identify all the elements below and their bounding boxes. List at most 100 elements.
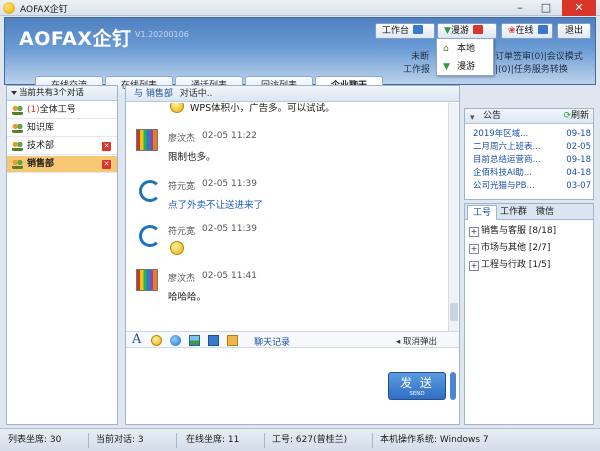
chevron-down-icon [537, 25, 548, 34]
sidebar-item-label: 技术部 [27, 141, 55, 151]
status-icon: ❀ [508, 26, 516, 36]
exit-button[interactable]: 退出 [557, 23, 591, 39]
notice-item-date: 03-07 [566, 181, 591, 191]
close-button[interactable]: ✕ [562, 0, 596, 16]
notice-item[interactable]: 二月周六上班表... 02-05 [473, 141, 591, 154]
online-status-button[interactable]: ❀在线 [501, 23, 553, 39]
conversation-sidebar: 当前共有3个对话 (1)全体工号 知识库 技术部 ✕ 销售部 ✕ [6, 85, 118, 425]
sidebar-item-all-staff[interactable]: (1)全体工号 [7, 102, 117, 119]
close-conversation-icon[interactable]: ✕ [102, 142, 111, 151]
scrollbar-thumb[interactable] [450, 303, 458, 321]
screenshot-icon[interactable] [208, 335, 219, 346]
close-conversation-icon[interactable]: ✕ [102, 160, 111, 169]
status-divider [264, 433, 265, 448]
roam-button[interactable]: ▼漫游 [437, 23, 497, 39]
app-version: V1.20200106 [135, 30, 189, 39]
group-icon [12, 160, 23, 169]
workbench-button[interactable]: 工作台 [375, 23, 435, 39]
roam-arrow-icon: ▼ [443, 62, 450, 72]
chat-status: 对话中.. [179, 89, 213, 99]
home-icon: ⌂ [443, 44, 449, 54]
status-sessions: 当前对话: 3 [96, 435, 144, 445]
notice-item-date: 09-18 [566, 155, 591, 165]
message-scrollbar[interactable] [448, 103, 458, 331]
avatar [136, 269, 158, 291]
notice-item-title: 目前总结运营商... [473, 155, 541, 165]
group-item[interactable]: 销售与客服 [8/18] [469, 224, 589, 239]
sidebar-item-sales-dept[interactable]: 销售部 ✕ [7, 156, 117, 173]
image-icon[interactable] [189, 335, 200, 346]
emoji-icon[interactable] [151, 335, 162, 346]
minimize-button[interactable]: – [508, 0, 532, 16]
status-divider [88, 433, 89, 448]
notice-item[interactable]: 公司光猫与PB... 03-07 [473, 180, 591, 193]
refresh-label: 刷新 [570, 111, 589, 121]
info-line2-right: |(0)|任务服务转换 [495, 65, 568, 75]
message-list: WPS体积小，广告多。可以试试。 廖汶杰 02-05 11:22 限制也多。 符… [126, 103, 448, 331]
message-time: 02-05 11:41 [202, 271, 257, 281]
workbench-label: 工作台 [382, 26, 410, 36]
info-line1-left: 未断 [411, 52, 430, 62]
notice-item[interactable]: 目前总结运营商... 09-18 [473, 154, 591, 167]
refresh-button[interactable]: ⟳刷新 [563, 109, 589, 124]
status-divider [372, 433, 373, 448]
send-button[interactable]: 发 送 SEND [388, 372, 446, 400]
avatar [136, 129, 158, 151]
sidebar-item-label: 全体工号 [39, 105, 76, 115]
font-icon[interactable]: A [132, 333, 143, 346]
menu-item-local[interactable]: ⌂ 本地 [441, 41, 491, 57]
maximize-button[interactable]: □ [534, 0, 558, 16]
status-seats: 列表坐席: 30 [8, 435, 62, 445]
tab-work-group[interactable]: 工作群 [495, 205, 532, 220]
notice-item-title: 二月周六上班表... [473, 142, 541, 152]
message-time: 02-05 11:39 [202, 179, 257, 189]
notice-item-title: 2019年区域... [473, 129, 529, 139]
sidebar-item-label: 知识库 [27, 123, 55, 133]
notice-item-date: 02-05 [566, 142, 591, 152]
send-options-button[interactable] [450, 372, 456, 400]
avatar [136, 222, 161, 247]
app-icon [3, 2, 15, 14]
chat-panel: 与 销售部 对话中.. WPS体积小，广告多。可以试试。 廖汶杰 02-05 1… [125, 85, 460, 425]
history-icon[interactable] [227, 335, 238, 346]
status-divider [176, 433, 177, 448]
notice-item-date: 09-18 [566, 129, 591, 139]
menu-item-roam[interactable]: ▼ 漫游 [441, 59, 491, 75]
contact-group-list: 销售与客服 [8/18] 市场与其他 [2/7] 工程与行政 [1/5] [464, 220, 594, 425]
chat-header: 与 销售部 对话中.. [126, 86, 459, 102]
cancel-popup-button[interactable]: ◂ 取消弹出 [396, 335, 437, 347]
browser-icon[interactable] [170, 335, 181, 346]
send-sublabel: SEND [409, 391, 425, 397]
notice-item[interactable]: 2019年区域... 09-18 [473, 128, 591, 141]
message-sender: 符元宽 [168, 227, 196, 237]
group-item[interactable]: 市场与其他 [2/7] [469, 241, 589, 256]
roam-arrow-icon: ▼ [444, 26, 451, 36]
chat-toolbar: A 聊天记录 ◂ 取消弹出 [126, 331, 459, 348]
menu-label-roam: 漫游 [457, 62, 476, 72]
message-sender: 廖汶杰 [168, 134, 196, 144]
chat-history-link[interactable]: 聊天记录 [254, 335, 290, 348]
cancel-popup-label: 取消弹出 [402, 337, 437, 347]
contact-tabs: 工号 工作群 微信 [464, 203, 594, 220]
notice-item[interactable]: 企佰科技AI助... 04-18 [473, 167, 591, 180]
tab-staff[interactable]: 工号 [467, 205, 498, 220]
collapse-icon[interactable]: ▾ [470, 111, 475, 126]
message-sender: 廖汶杰 [168, 274, 196, 284]
app-logo: AOFAX企钉 [19, 28, 132, 50]
chat-target: 与 销售部 [134, 89, 173, 99]
notice-item-title: 公司光猫与PB... [473, 181, 535, 191]
window-titlebar: AOFAX企钉 – □ ✕ [0, 0, 600, 16]
sidebar-item-tech-dept[interactable]: 技术部 ✕ [7, 138, 117, 155]
notice-header: ▾ 公告 ⟳刷新 [465, 109, 593, 124]
unread-badge: (1) [27, 105, 40, 115]
group-item[interactable]: 工程与行政 [1/5] [469, 258, 589, 273]
status-online: 在线坐席: 11 [186, 435, 240, 445]
app-header: AOFAX企钉 V1.20200106 工作台 ▼漫游 ❀在线 退出 未断 订单… [4, 17, 596, 98]
refresh-icon: ⟳ [563, 111, 571, 121]
tab-wechat[interactable]: 微信 [531, 205, 559, 220]
group-icon [12, 106, 23, 115]
message-text: 限制也多。 [168, 152, 216, 163]
window-title: AOFAX企钉 [20, 5, 68, 15]
avatar [136, 177, 161, 202]
sidebar-item-knowledge-base[interactable]: 知识库 [7, 120, 117, 137]
